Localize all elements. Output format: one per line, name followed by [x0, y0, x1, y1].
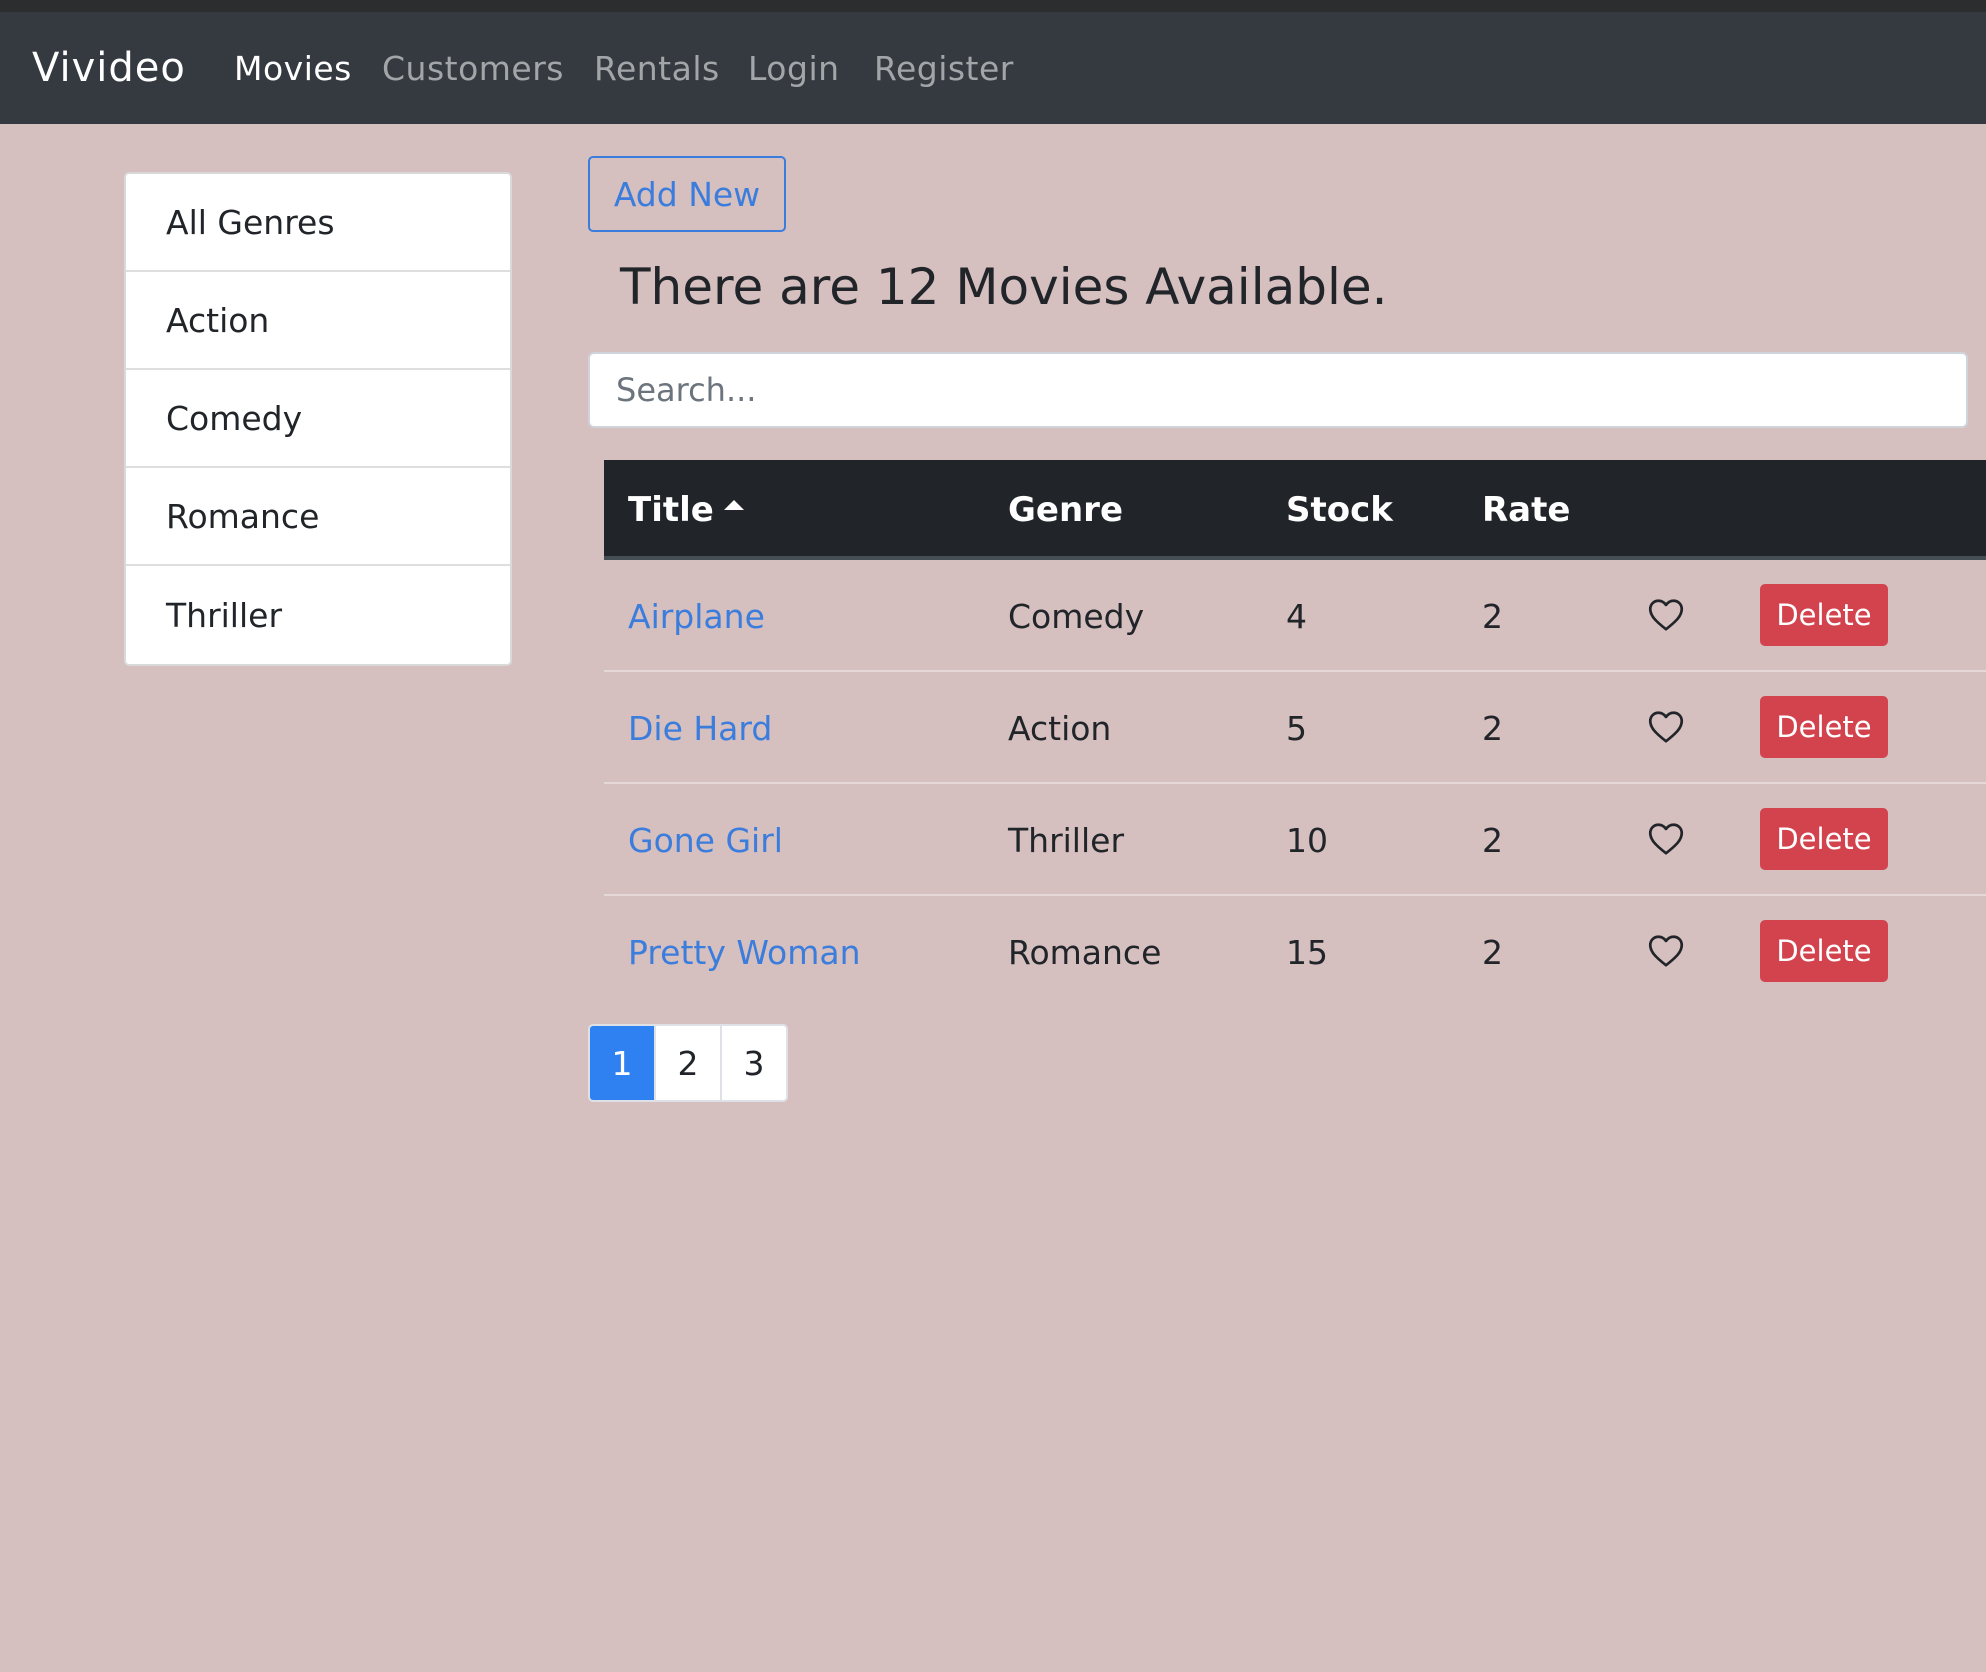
navbar-brand[interactable]: Vivideo	[32, 45, 186, 91]
pagination: 1 2 3	[588, 1024, 788, 1102]
genre-item-romance[interactable]: Romance	[126, 468, 510, 566]
page-item-2[interactable]: 2	[654, 1026, 720, 1100]
delete-button[interactable]: Delete	[1760, 584, 1888, 646]
movie-genre: Action	[1008, 708, 1112, 748]
genre-item-comedy[interactable]: Comedy	[126, 370, 510, 468]
column-header-rate[interactable]: Rate	[1482, 460, 1570, 560]
nav-link-rentals[interactable]: Rentals	[594, 49, 720, 88]
movie-title-link[interactable]: Pretty Woman	[628, 896, 861, 1008]
genre-item-thriller[interactable]: Thriller	[126, 566, 510, 664]
movie-stock: 15	[1286, 932, 1328, 972]
column-header-title-label: Title	[628, 490, 714, 530]
window-top-strip	[0, 0, 1986, 12]
search-input[interactable]	[588, 352, 1968, 428]
heart-outline-icon[interactable]	[1648, 598, 1684, 632]
delete-button[interactable]: Delete	[1760, 696, 1888, 758]
genre-list: All Genres Action Comedy Romance Thrille…	[124, 172, 512, 666]
movie-rate: 2	[1482, 932, 1503, 972]
heart-outline-icon[interactable]	[1648, 710, 1684, 744]
page-item-3[interactable]: 3	[720, 1026, 786, 1100]
genre-item-action[interactable]: Action	[126, 272, 510, 370]
heart-outline-icon[interactable]	[1648, 934, 1684, 968]
table-header: Title Genre Stock Rate	[604, 460, 1986, 560]
movie-stock: 4	[1286, 596, 1307, 636]
delete-button[interactable]: Delete	[1760, 808, 1888, 870]
movie-stock: 10	[1286, 820, 1328, 860]
movie-rate: 2	[1482, 708, 1503, 748]
delete-button[interactable]: Delete	[1760, 920, 1888, 982]
movie-rate: 2	[1482, 820, 1503, 860]
movies-table: Title Genre Stock Rate Airplane Comedy 4…	[604, 460, 1986, 1008]
movie-title-link[interactable]: Airplane	[628, 560, 765, 672]
movie-genre: Comedy	[1008, 596, 1145, 636]
heart-outline-icon[interactable]	[1648, 822, 1684, 856]
movie-rate: 2	[1482, 596, 1503, 636]
table-row: Pretty Woman Romance 15 2 Delete	[604, 896, 1986, 1008]
nav-link-login[interactable]: Login	[748, 49, 840, 88]
movie-count-heading: There are 12 Movies Available.	[620, 258, 1388, 316]
column-header-title[interactable]: Title	[628, 460, 744, 560]
movie-title-link[interactable]: Die Hard	[628, 672, 772, 784]
nav-link-register[interactable]: Register	[874, 49, 1014, 88]
movie-genre: Romance	[1008, 932, 1162, 972]
column-header-stock[interactable]: Stock	[1286, 460, 1393, 560]
add-new-button[interactable]: Add New	[588, 156, 786, 232]
page-item-1[interactable]: 1	[590, 1026, 654, 1100]
movie-stock: 5	[1286, 708, 1307, 748]
movie-title-link[interactable]: Gone Girl	[628, 784, 783, 896]
column-header-genre[interactable]: Genre	[1008, 460, 1123, 560]
table-row: Gone Girl Thriller 10 2 Delete	[604, 784, 1986, 896]
navbar: Vivideo Movies Customers Rentals Login R…	[0, 12, 1986, 124]
movie-genre: Thriller	[1008, 820, 1125, 860]
table-row: Die Hard Action 5 2 Delete	[604, 672, 1986, 784]
caret-up-icon	[723, 500, 744, 510]
genre-item-all[interactable]: All Genres	[126, 174, 510, 272]
nav-link-movies[interactable]: Movies	[234, 49, 352, 88]
nav-link-customers[interactable]: Customers	[382, 49, 564, 88]
table-row: Airplane Comedy 4 2 Delete	[604, 560, 1986, 672]
